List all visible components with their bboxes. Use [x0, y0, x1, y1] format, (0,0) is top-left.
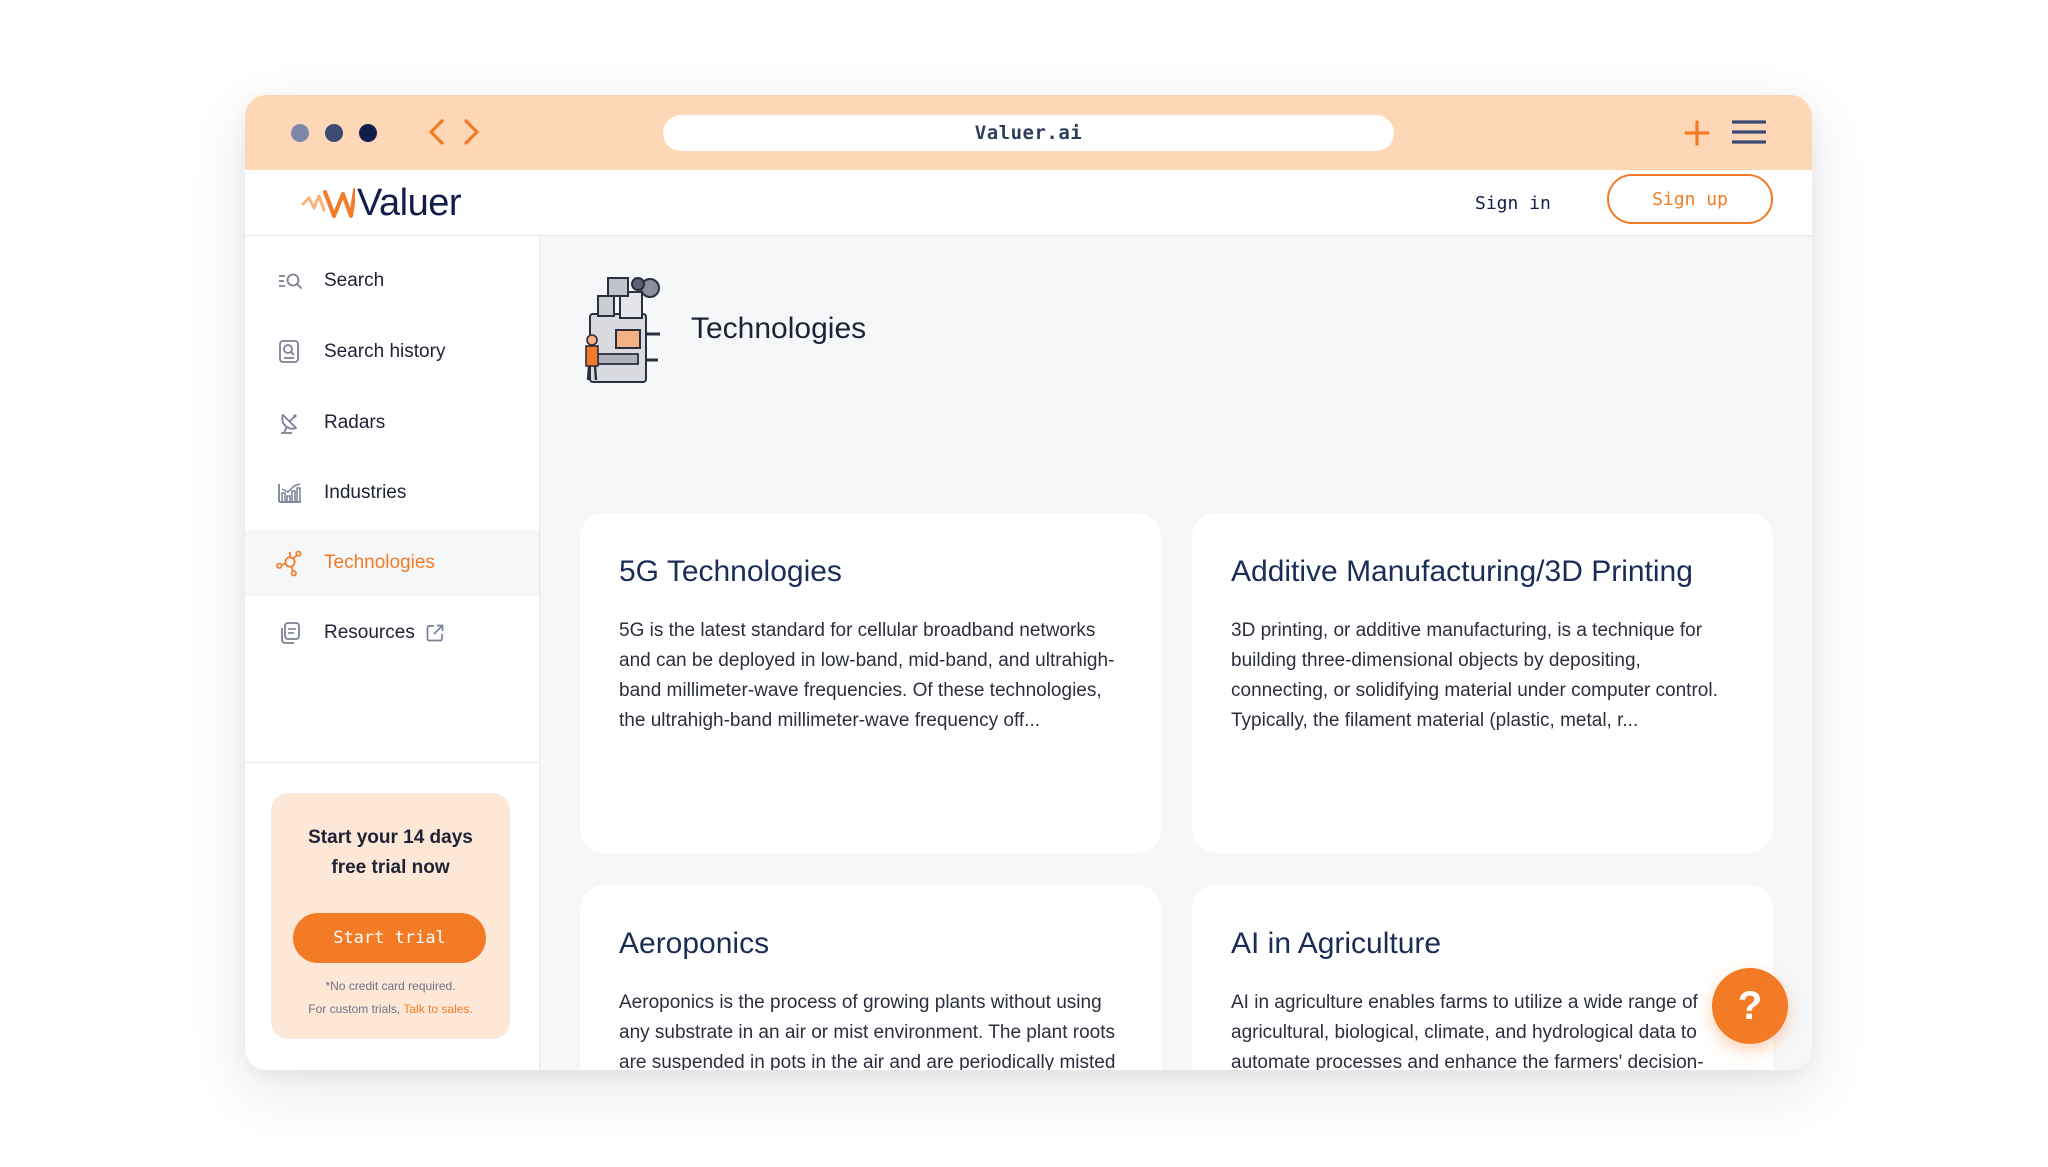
browser-toolbar: Valuer.ai: [245, 95, 1812, 170]
stacked-docs-icon: [276, 619, 304, 647]
card-title: Aeroponics: [619, 927, 770, 960]
back-arrow-icon[interactable]: [423, 115, 449, 149]
sidebar-item-search[interactable]: Search: [245, 248, 539, 314]
sign-up-button[interactable]: Sign up: [1607, 174, 1773, 224]
address-bar[interactable]: Valuer.ai: [663, 115, 1394, 151]
trial-note: *No credit card required. For custom tri…: [271, 975, 510, 1021]
sidebar-item-label: Radars: [324, 412, 386, 433]
bar-chart-icon: [276, 479, 304, 507]
trial-title: Start your 14 days free trial now: [308, 827, 473, 878]
sidebar: Search Search history Radars Industries …: [245, 236, 540, 1070]
trial-note-line-2: For custom trials, Talk to sales.: [271, 998, 510, 1021]
sidebar-item-resources[interactable]: Resources: [245, 600, 539, 666]
sidebar-item-label: Resources: [324, 622, 415, 643]
card-title: AI in Agriculture: [1231, 927, 1442, 960]
browser-window: Valuer.ai Valuer Sign in Sign up Search …: [245, 95, 1812, 1070]
card-description: AI in agriculture enables farms to utili…: [1231, 992, 1704, 1070]
logo-wave-icon: [301, 188, 355, 218]
sidebar-item-technologies[interactable]: Technologies: [245, 530, 539, 596]
technology-card-additive-manufacturing[interactable]: Additive Manufacturing/3D Printing 3D pr…: [1192, 513, 1773, 853]
card-title: Additive Manufacturing/3D Printing: [1231, 555, 1693, 588]
sidebar-item-label: Technologies: [324, 552, 435, 573]
network-nodes-icon: [276, 549, 304, 577]
search-list-icon: [276, 267, 304, 295]
history-doc-icon: [276, 338, 304, 366]
help-button[interactable]: ?: [1712, 968, 1788, 1044]
technology-card-ai-in-agriculture[interactable]: AI in Agriculture AI in agriculture enab…: [1192, 885, 1773, 1070]
url-text: Valuer.ai: [974, 122, 1083, 144]
sidebar-item-search-history[interactable]: Search history: [245, 319, 539, 385]
window-dot-2[interactable]: [325, 124, 343, 142]
technology-card-aeroponics[interactable]: Aeroponics Aeroponics is the process of …: [580, 885, 1161, 1070]
page-title: Technologies: [691, 312, 867, 345]
question-mark-icon: ?: [1737, 983, 1763, 1028]
card-title: 5G Technologies: [619, 555, 842, 588]
card-description: 3D printing, or additive manufacturing, …: [1231, 620, 1718, 731]
card-description: Aeroponics is the process of growing pla…: [619, 992, 1116, 1070]
hamburger-menu-icon[interactable]: [1732, 119, 1766, 145]
start-trial-button[interactable]: Start trial: [293, 913, 486, 963]
radar-dish-icon: [276, 409, 304, 437]
sidebar-item-industries[interactable]: Industries: [245, 460, 539, 526]
talk-to-sales-link[interactable]: Talk to sales.: [403, 1002, 472, 1016]
logo-wordmark: Valuer: [357, 181, 462, 224]
sidebar-item-label: Search: [324, 270, 385, 291]
app-header: Valuer Sign in Sign up: [245, 170, 1812, 236]
trial-note-prefix: For custom trials,: [308, 1002, 401, 1016]
trial-promo-card: Start your 14 days free trial now Start …: [271, 793, 510, 1039]
trial-note-line-1: *No credit card required.: [325, 979, 456, 993]
sidebar-item-label: Search history: [324, 341, 446, 362]
sidebar-divider: [245, 762, 539, 763]
sidebar-item-label: Industries: [324, 482, 407, 503]
window-dot-3[interactable]: [359, 124, 377, 142]
window-dot-1[interactable]: [291, 124, 309, 142]
technology-card-5g[interactable]: 5G Technologies 5G is the latest standar…: [580, 513, 1161, 853]
main-content: Technologies 5G Technologies 5G is the l…: [540, 236, 1812, 1070]
new-tab-plus-icon[interactable]: [1682, 118, 1712, 148]
valuer-logo[interactable]: Valuer: [301, 178, 462, 228]
technologies-illustration-icon: [585, 277, 660, 383]
external-link-icon: [426, 624, 444, 642]
forward-arrow-icon[interactable]: [459, 115, 485, 149]
sign-in-link[interactable]: Sign in: [1475, 184, 1551, 222]
sidebar-item-radars[interactable]: Radars: [245, 390, 539, 456]
card-description: 5G is the latest standard for cellular b…: [619, 620, 1115, 731]
